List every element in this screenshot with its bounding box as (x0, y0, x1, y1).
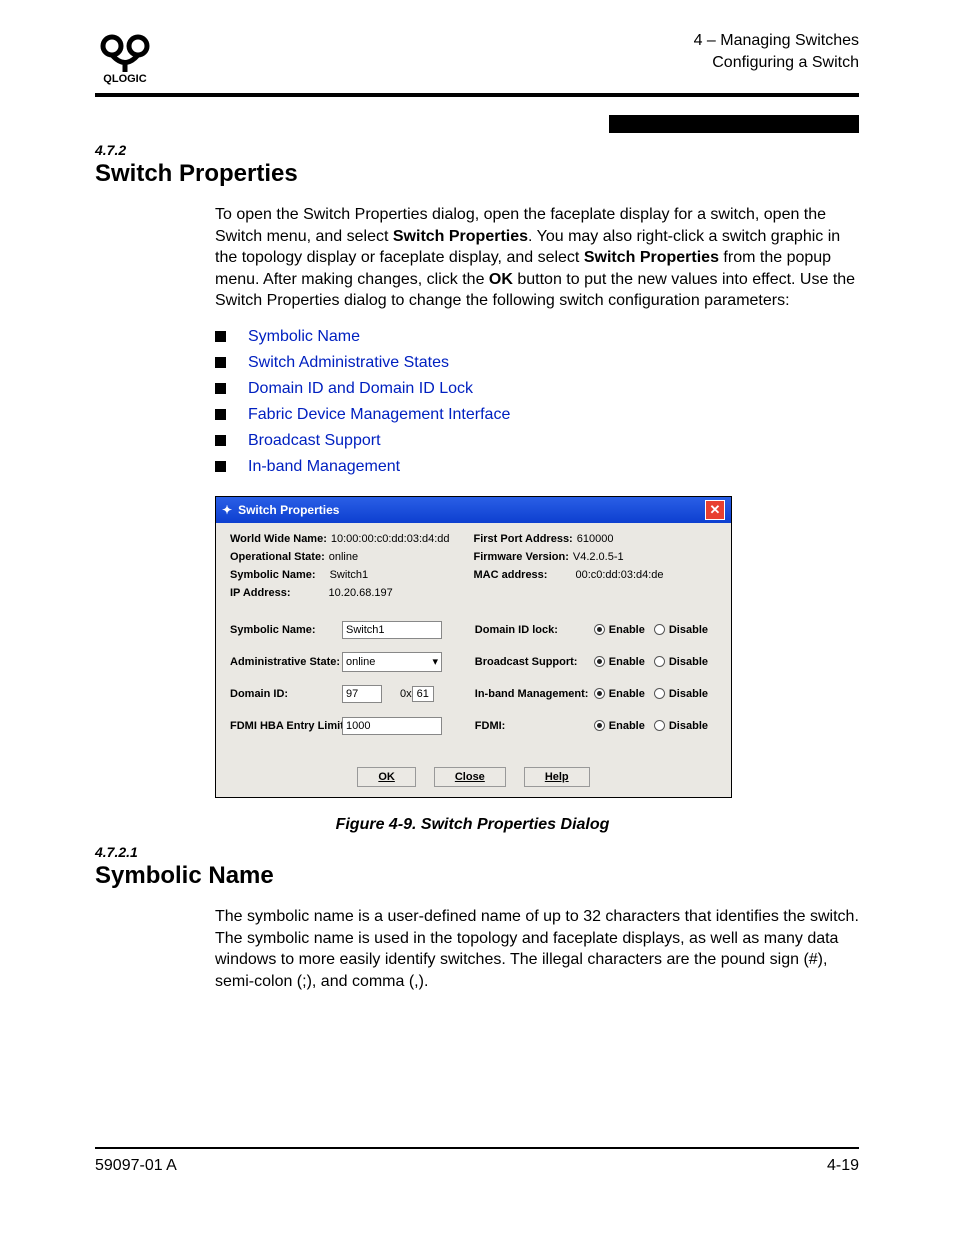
list-item: Broadcast Support (215, 432, 859, 450)
bullet-icon (215, 331, 226, 342)
qlogic-logo: QLOGIC (95, 30, 155, 85)
bullet-icon (215, 383, 226, 394)
dialog-icon: ✦ (222, 503, 232, 517)
list-item: Symbolic Name (215, 328, 859, 346)
mac-label: MAC address: (474, 569, 548, 581)
wwn-value: 10:00:00:c0:dd:03:d4:dd (331, 533, 450, 545)
broadcast-enable-radio[interactable] (594, 656, 605, 667)
link-broadcast[interactable]: Broadcast Support (248, 432, 381, 450)
form-admin-label: Administrative State: (230, 656, 342, 668)
link-admin-states[interactable]: Switch Administrative States (248, 354, 449, 372)
hex-prefix: 0x (400, 688, 412, 700)
admin-state-select[interactable]: online ▾ (342, 652, 442, 672)
fdmi-enable-radio[interactable] (594, 720, 605, 731)
inband-disable-radio[interactable] (654, 688, 665, 699)
opstate-value: online (329, 551, 358, 563)
parameter-list: Symbolic Name Switch Administrative Stat… (215, 328, 859, 476)
close-button[interactable]: Close (434, 767, 506, 787)
list-item: Domain ID and Domain ID Lock (215, 380, 859, 398)
form-symname-label: Symbolic Name: (230, 624, 342, 636)
footer-doc-id: 59097-01 A (95, 1157, 177, 1175)
opstate-label: Operational State: (230, 551, 325, 563)
symbolic-name-input[interactable] (342, 621, 442, 639)
domainlock-disable-radio[interactable] (654, 624, 665, 635)
section-title-switch-properties: Switch Properties (95, 160, 859, 188)
dialog-titlebar: ✦ Switch Properties ✕ (216, 497, 731, 523)
bullet-icon (215, 357, 226, 368)
footer-page-num: 4-19 (827, 1157, 859, 1175)
wwn-label: World Wide Name: (230, 533, 327, 545)
bullet-icon (215, 461, 226, 472)
broadcast-label: Broadcast Support: (475, 656, 594, 668)
symname-value: Switch1 (330, 569, 369, 581)
mac-value: 00:c0:dd:03:d4:de (575, 569, 663, 581)
link-symbolic-name[interactable]: Symbolic Name (248, 328, 360, 346)
close-icon[interactable]: ✕ (705, 500, 725, 520)
section-title-symbolic-name: Symbolic Name (95, 862, 859, 890)
form-fdmi-label: FDMI HBA Entry Limit: (230, 720, 342, 732)
domain-id-input[interactable] (342, 685, 382, 703)
link-domain-id[interactable]: Domain ID and Domain ID Lock (248, 380, 473, 398)
ok-button[interactable]: OK (357, 767, 416, 787)
list-item: In-band Management (215, 458, 859, 476)
help-button[interactable]: Help (524, 767, 590, 787)
intro-paragraph: To open the Switch Properties dialog, op… (215, 204, 859, 312)
section-number-472: 4.7.2 (95, 142, 859, 158)
header-black-bar (609, 115, 859, 133)
header-line1: 4 – Managing Switches (694, 30, 859, 52)
domainlock-label: Domain ID lock: (475, 624, 594, 636)
section-number-4721: 4.7.2.1 (95, 844, 859, 860)
form-domain-label: Domain ID: (230, 688, 342, 700)
fdmi-disable-radio[interactable] (654, 720, 665, 731)
inband-enable-radio[interactable] (594, 688, 605, 699)
bullet-icon (215, 409, 226, 420)
fpa-label: First Port Address: (474, 533, 573, 545)
symname-label: Symbolic Name: (230, 569, 316, 581)
fw-label: Firmware Version: (474, 551, 569, 563)
broadcast-disable-radio[interactable] (654, 656, 665, 667)
domain-hex-value: 61 (412, 686, 434, 702)
link-fdmi[interactable]: Fabric Device Management Interface (248, 406, 510, 424)
dialog-title-text: Switch Properties (238, 503, 339, 517)
ip-label: IP Address: (230, 587, 291, 599)
list-item: Switch Administrative States (215, 354, 859, 372)
fdmi-radio-label: FDMI: (475, 720, 594, 732)
fdmi-limit-input[interactable] (342, 717, 442, 735)
inband-label: In-band Management: (475, 688, 594, 700)
fpa-value: 610000 (577, 533, 614, 545)
symbolic-name-paragraph: The symbolic name is a user-defined name… (215, 906, 859, 992)
bullet-icon (215, 435, 226, 446)
list-item: Fabric Device Management Interface (215, 406, 859, 424)
link-inband[interactable]: In-band Management (248, 458, 400, 476)
switch-properties-dialog: ✦ Switch Properties ✕ World Wide Name: 10… (215, 496, 732, 798)
header-text: 4 – Managing Switches Configuring a Swit… (694, 30, 859, 75)
ip-value: 10.20.68.197 (329, 587, 393, 599)
chevron-down-icon: ▾ (432, 655, 438, 668)
domainlock-enable-radio[interactable] (594, 624, 605, 635)
header-line2: Configuring a Switch (694, 52, 859, 74)
fw-value: V4.2.0.5-1 (573, 551, 624, 563)
svg-text:QLOGIC: QLOGIC (103, 73, 146, 85)
figure-caption: Figure 4-9. Switch Properties Dialog (215, 816, 730, 834)
